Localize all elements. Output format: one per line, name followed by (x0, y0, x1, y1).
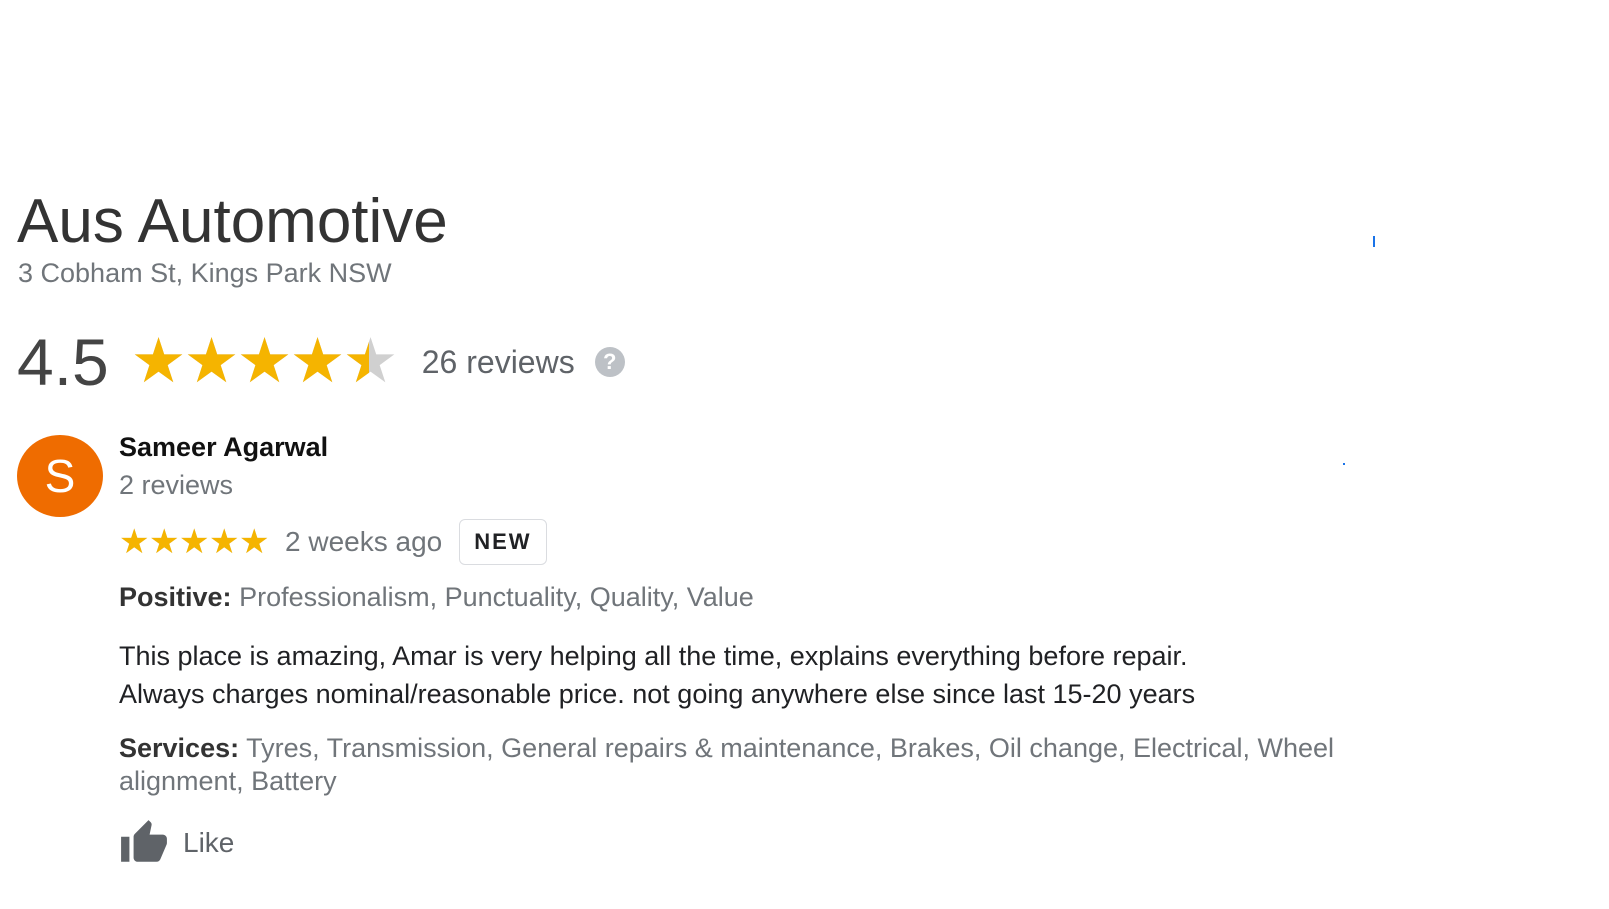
star-icon: ★★ (179, 523, 210, 561)
star-icon: ★★ (342, 327, 399, 396)
like-button[interactable]: Like (119, 818, 1409, 868)
avatar[interactable]: S (17, 435, 103, 517)
business-name: Aus Automotive (17, 187, 448, 256)
review-body: Sameer Agarwal 2 reviews ★ ★ ★ ★ ★ ★ ★ ★ ★ ★ 2 we… (119, 430, 1409, 868)
star-icon: ★★ (149, 523, 180, 561)
review-date: 2 weeks ago (285, 526, 443, 557)
star-icon: ★★ (183, 327, 240, 396)
thumbs-up-icon (121, 820, 167, 862)
review-stars: ★ ★ ★ ★ ★ ★ ★ ★ ★ ★ (119, 525, 269, 559)
reviewer-review-count: 2 reviews (119, 470, 234, 500)
question-circle-icon[interactable]: ? (594, 347, 625, 377)
positive-text: Professionalism, Punctuality, Quality, V… (239, 582, 754, 612)
review-text-line: Always charges nominal/reasonable price.… (119, 679, 1196, 709)
decorative-mark (1373, 236, 1375, 247)
like-label: Like (183, 827, 235, 858)
positive-attributes: Positive: Professionalism, Punctuality, … (119, 580, 1409, 614)
review-meta-row: ★ ★ ★ ★ ★ ★ ★ ★ ★ ★ 2 weeks ago NEW (119, 519, 1409, 565)
rating-value: 4.5 (17, 325, 109, 399)
services-label: Services: (119, 733, 240, 763)
star-icon: ★★ (119, 523, 150, 561)
rating-summary: 4.5 ★★★★★★★★★★ 26 reviews ? (17, 325, 625, 399)
star-icon: ★★ (239, 523, 270, 561)
star-icon: ★★ (209, 523, 240, 561)
review-text-line: This place is amazing, Amar is very help… (119, 641, 1188, 671)
review-count-link[interactable]: 26 reviews (422, 344, 575, 381)
reviewer-name[interactable]: Sameer Agarwal (119, 430, 1409, 464)
star-icon: ★★ (130, 327, 187, 396)
new-badge: NEW (459, 519, 547, 565)
decorative-dot (1343, 463, 1345, 465)
rating-stars: ★★★★★★★★★★ (130, 327, 399, 396)
business-address: 3 Cobham St, Kings Park NSW (18, 258, 392, 288)
star-icon: ★★ (289, 327, 346, 396)
services-text: Tyres, Transmission, General repairs & m… (119, 733, 1335, 796)
positive-label: Positive: (119, 582, 232, 612)
business-reviews-panel: Aus Automotive 3 Cobham St, Kings Park N… (0, 0, 1609, 909)
review-text: This place is amazing, Amar is very help… (119, 637, 1409, 713)
services-attributes: Services: Tyres, Transmission, General r… (119, 732, 1384, 798)
star-icon: ★★ (236, 327, 293, 396)
